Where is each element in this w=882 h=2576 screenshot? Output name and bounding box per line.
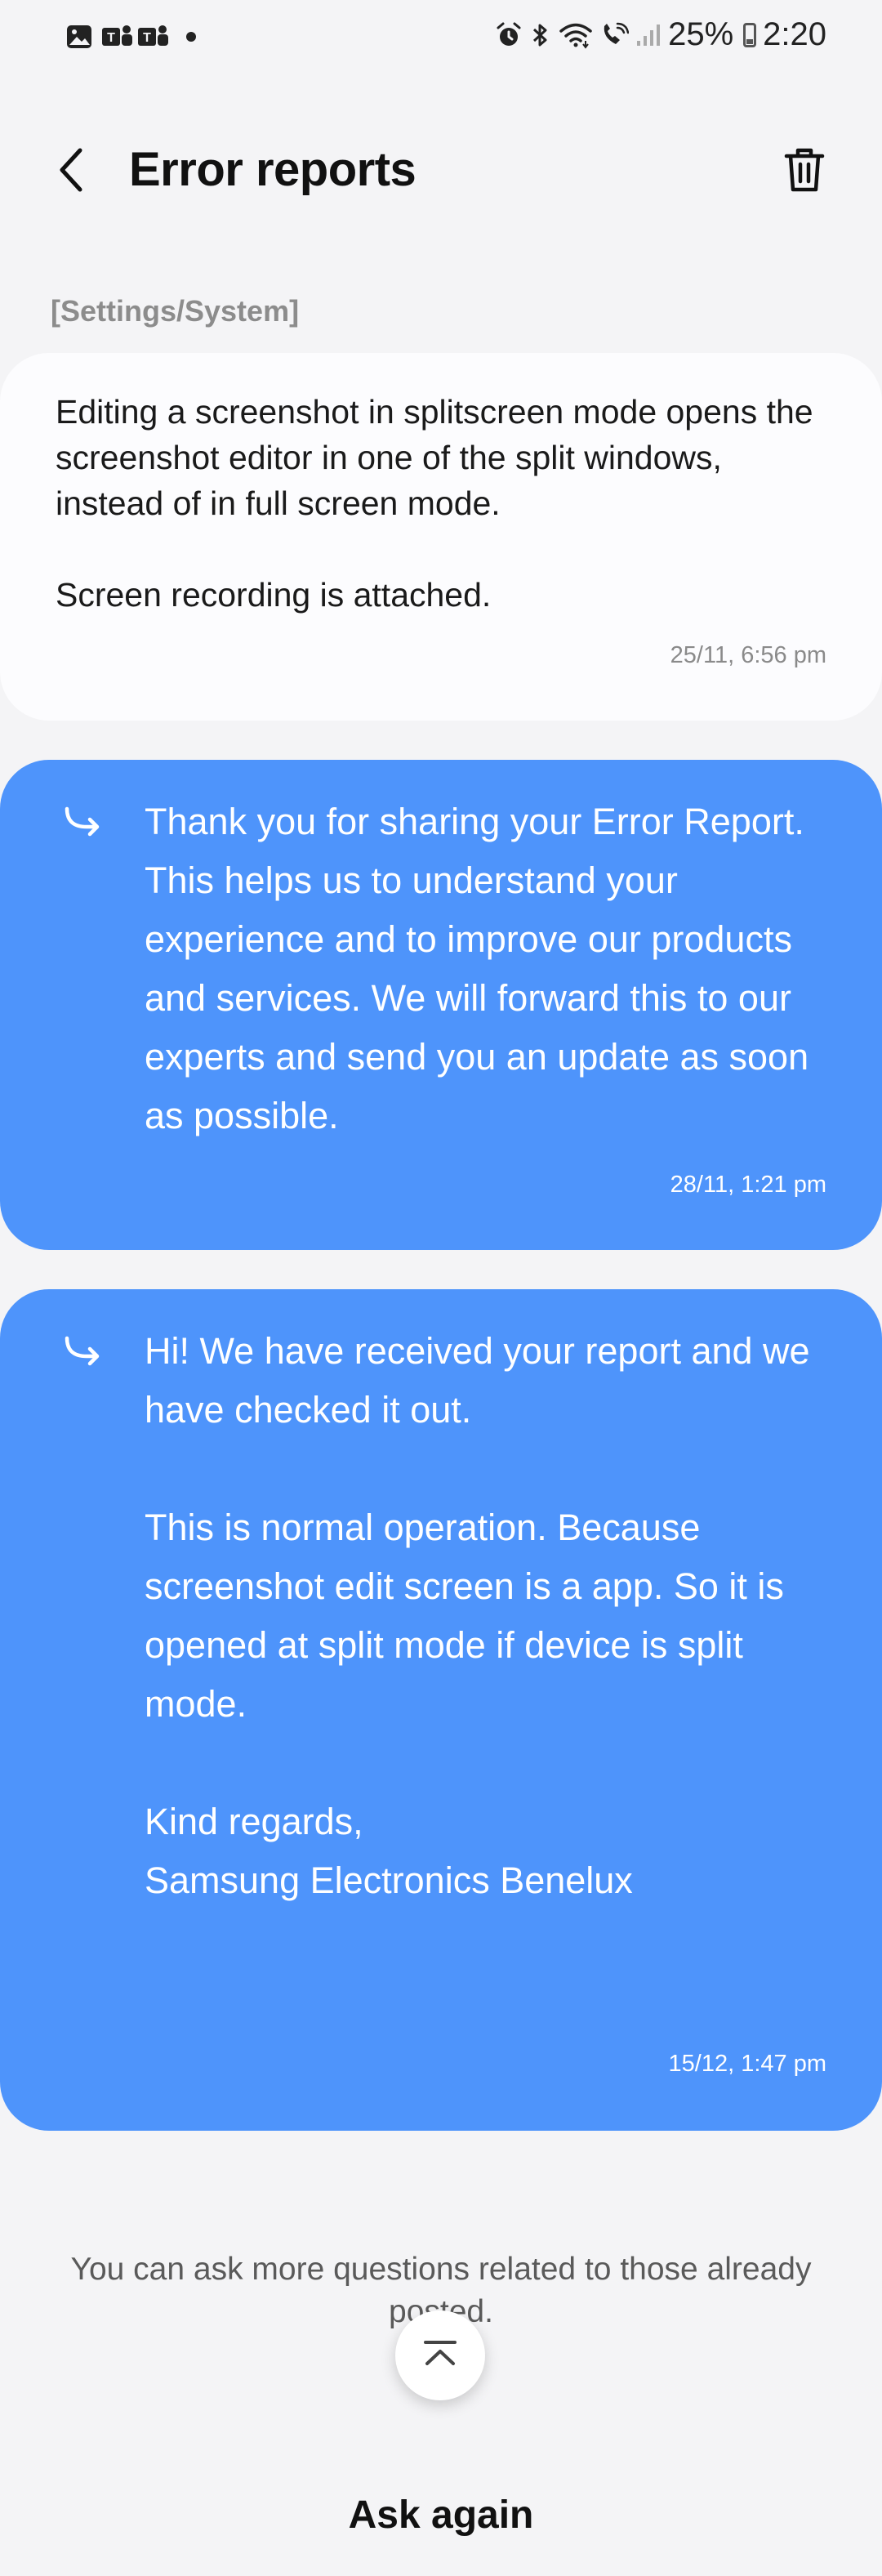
- svg-text:T: T: [143, 31, 151, 45]
- wifi-icon: [559, 21, 593, 49]
- reply-card: Hi! We have received your report and we …: [0, 1289, 882, 2131]
- status-bar: T T 25% 2:20: [0, 0, 882, 75]
- ask-again-button[interactable]: Ask again: [196, 2484, 686, 2546]
- report-category: [Settings/System]: [51, 294, 300, 328]
- reply-arrow-icon: [59, 1332, 105, 1377]
- chevron-up-icon: [421, 2337, 460, 2374]
- reply-timestamp: 15/12, 1:47 pm: [668, 2051, 826, 2077]
- alarm-icon: [495, 21, 523, 49]
- notification-icons: T T: [65, 23, 196, 51]
- report-message-text: Editing a screenshot in splitscreen mode…: [56, 393, 813, 614]
- page-title: Error reports: [129, 143, 416, 196]
- report-timestamp: 25/11, 6:56 pm: [670, 642, 826, 668]
- trash-icon: [783, 146, 826, 198]
- system-status: 25% 2:20: [495, 16, 826, 53]
- more-notifications-dot: [186, 32, 196, 42]
- teams-icon: T: [101, 23, 132, 51]
- teams-icon: T: [137, 23, 168, 51]
- reply-arrow-icon: [59, 802, 105, 848]
- scroll-to-top-button[interactable]: [395, 2310, 485, 2400]
- clock: 2:20: [763, 16, 826, 52]
- back-button[interactable]: [47, 144, 96, 199]
- wifi-call-icon: [599, 21, 630, 49]
- signal-icon: [635, 21, 662, 49]
- reply-message-text: Thank you for sharing your Error Report.…: [145, 801, 819, 1136]
- app-header: Error reports: [0, 114, 882, 229]
- gallery-icon: [65, 23, 93, 51]
- bluetooth-icon: [529, 21, 552, 49]
- svg-text:T: T: [107, 31, 115, 45]
- battery-icon: [743, 22, 757, 47]
- delete-button[interactable]: [776, 142, 833, 201]
- reply-message-text: Hi! We have received your report and we …: [145, 1330, 810, 1901]
- reply-card: Thank you for sharing your Error Report.…: [0, 760, 882, 1250]
- back-arrow-icon: [56, 145, 88, 199]
- reply-timestamp: 28/11, 1:21 pm: [670, 1172, 826, 1198]
- report-message-card: Editing a screenshot in splitscreen mode…: [0, 353, 882, 721]
- battery-percent: 25%: [668, 16, 734, 52]
